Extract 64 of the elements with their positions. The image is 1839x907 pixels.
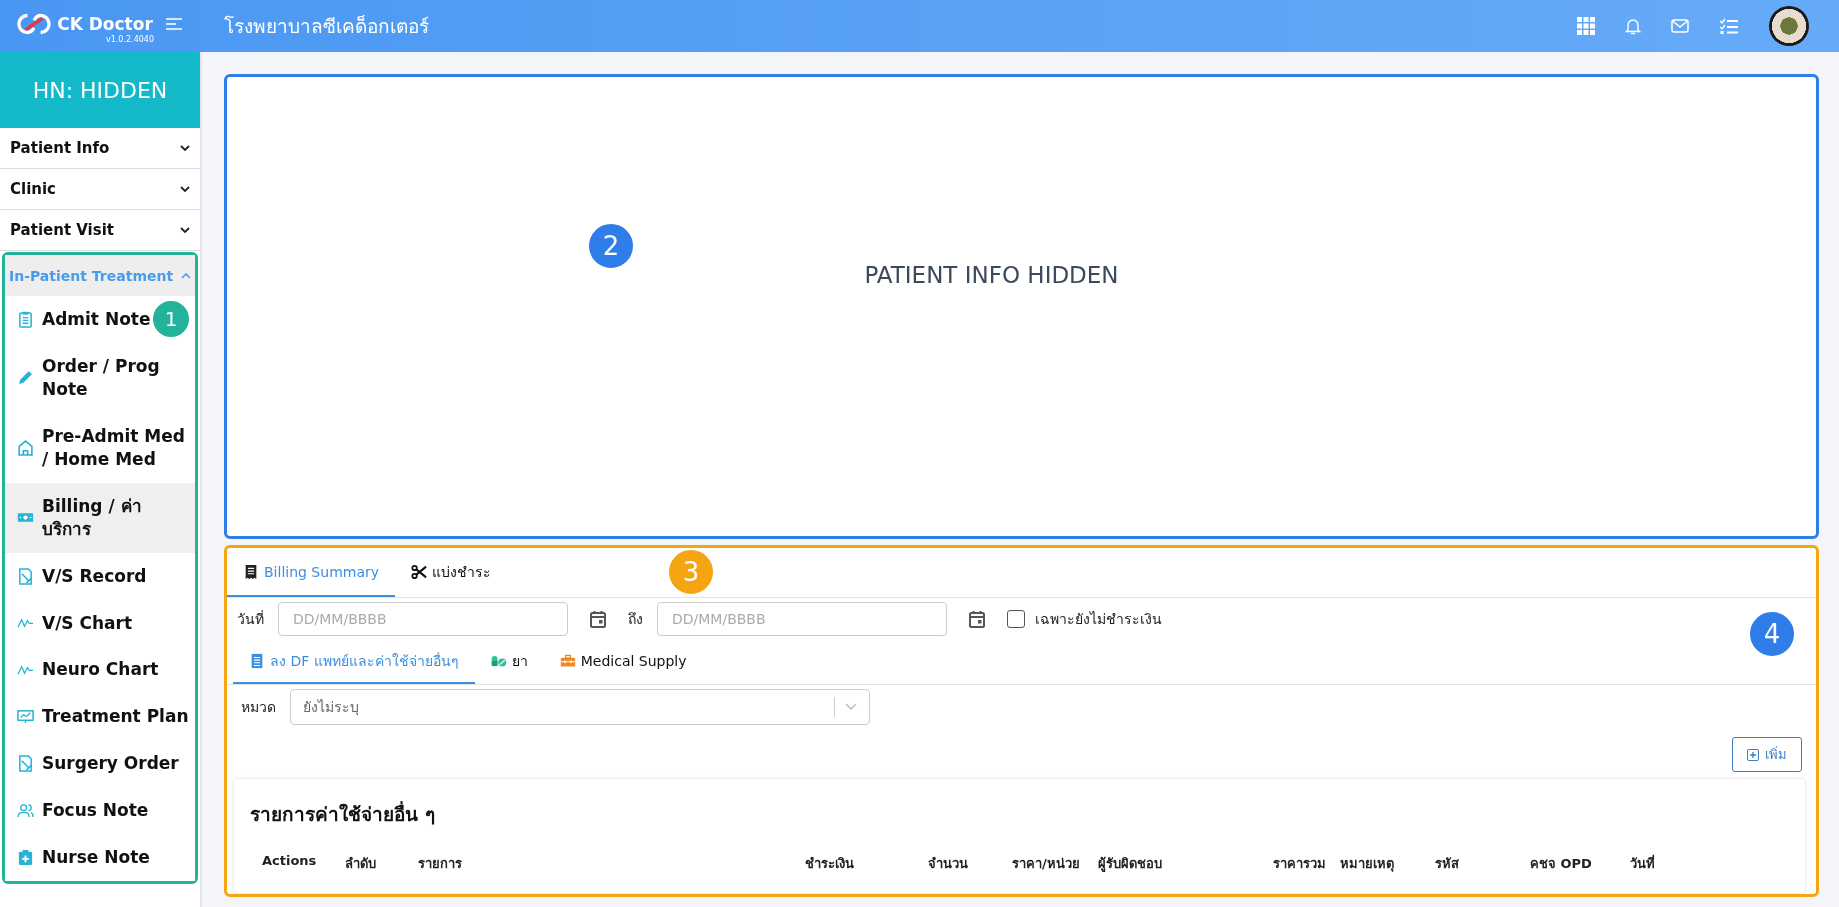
column-header: ชำระเงิน — [805, 855, 855, 873]
chevron-down-icon — [180, 227, 190, 233]
checkbox[interactable] — [1007, 610, 1025, 628]
nav-item[interactable]: Billing / ค่าบริการ — [5, 482, 195, 553]
brand-name: CK Doctor — [57, 13, 153, 34]
tab[interactable]: Medical Supply — [543, 640, 703, 684]
medkit-icon — [17, 849, 34, 867]
column-header: ลำดับ — [345, 855, 377, 873]
tab[interactable]: ลง DF แพทย์และค่าใช้จ่ายอื่นๆ — [233, 640, 475, 684]
document-icon — [17, 567, 34, 585]
hn-header: HN: HIDDEN — [0, 52, 200, 128]
toolbox-icon — [559, 653, 576, 669]
column-header: ผู้รับผิดชอบ — [1098, 855, 1163, 874]
home-icon — [17, 439, 34, 457]
number-badge: 2 — [587, 222, 635, 270]
tab[interactable]: Billing Summary — [227, 548, 396, 597]
document-icon — [249, 653, 265, 669]
chevron-down-icon — [180, 145, 190, 151]
to-label: ถึง — [628, 610, 643, 629]
hospital-name: โรงพยาบาลซีเคด็อกเตอร์ — [224, 14, 429, 39]
column-header: รายการ — [418, 855, 463, 873]
people-icon — [17, 802, 34, 820]
pencil-icon — [17, 369, 34, 387]
list-title: รายการค่าใช้จ่ายอื่น ๆ — [250, 800, 436, 827]
calendar-icon[interactable] — [969, 610, 985, 628]
number-badge: 3 — [667, 548, 715, 596]
checklist-icon[interactable] — [1719, 18, 1739, 34]
number-badge: 4 — [1748, 610, 1796, 658]
calendar-icon[interactable] — [590, 610, 606, 628]
document-icon — [17, 755, 34, 773]
column-header: ราคารวม — [1273, 855, 1327, 873]
scissors-icon — [411, 563, 428, 580]
date-from-field[interactable]: DD/MM/BBBB — [278, 602, 568, 636]
clipboard-icon — [17, 310, 34, 328]
column-header: ราคา/หน่วย — [1012, 855, 1081, 873]
chevron-down-icon — [845, 703, 857, 711]
patient-info-text: PATIENT INFO HIDDEN — [864, 262, 1119, 290]
date-to-field[interactable]: DD/MM/BBBB — [657, 602, 947, 636]
logo-icon — [17, 12, 52, 35]
column-header: Actions — [262, 853, 318, 870]
checkbox-label: เฉพาะยังไม่ชำระเงิน — [1035, 610, 1162, 629]
user-avatar[interactable] — [1769, 6, 1809, 46]
category-label: หมวด — [241, 698, 276, 717]
tab[interactable]: แบ่งชำระ — [395, 548, 508, 597]
tab[interactable]: ยา — [474, 640, 544, 684]
column-header: หมายเหตุ — [1340, 855, 1395, 874]
mail-icon[interactable] — [1671, 19, 1689, 33]
chevron-up-icon — [181, 272, 191, 279]
column-header: วันที่ — [1630, 853, 1656, 873]
date-label: วันที่ — [237, 609, 264, 629]
pills-icon — [490, 653, 507, 669]
chevron-down-icon — [180, 186, 190, 192]
presentation-icon — [17, 708, 34, 726]
menu-button[interactable] — [164, 16, 183, 31]
column-header: จำนวน — [928, 855, 969, 873]
column-header: รหัส — [1435, 855, 1460, 873]
bell-icon[interactable] — [1625, 17, 1641, 35]
receipt-icon — [243, 563, 259, 580]
version-label: v1.0.2.4040 — [106, 34, 154, 44]
add-button[interactable]: เพิ่ม — [1732, 737, 1802, 772]
apps-grid-icon[interactable] — [1577, 17, 1595, 35]
category-select[interactable]: ยังไม่ระบุ — [290, 689, 870, 725]
column-header: คชจ OPD — [1530, 855, 1593, 873]
plus-icon — [1747, 748, 1759, 761]
